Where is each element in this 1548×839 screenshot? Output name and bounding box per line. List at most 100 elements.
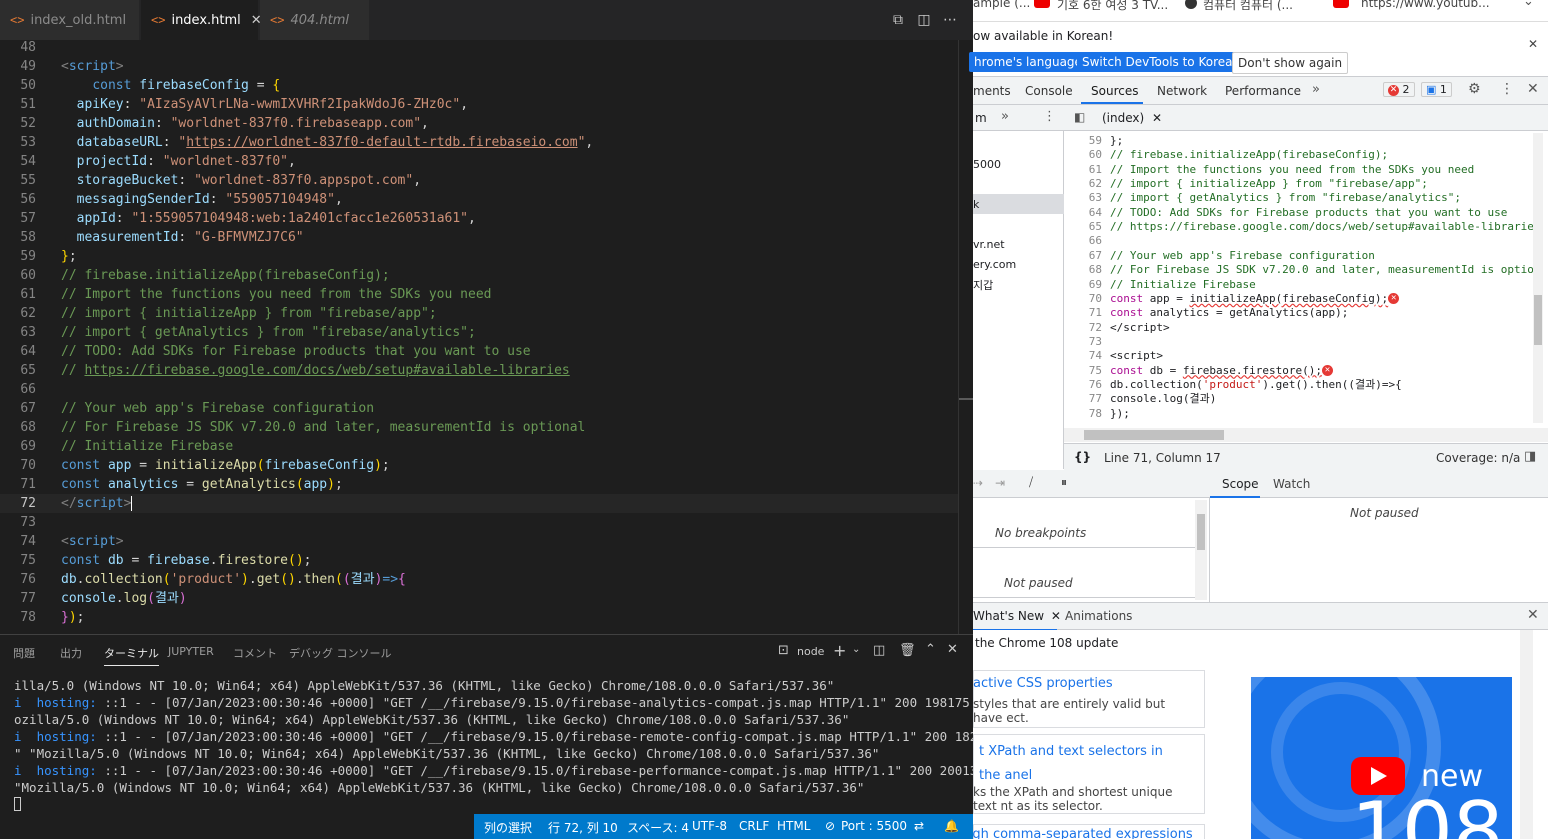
line-number[interactable]: 66 xyxy=(1064,234,1102,248)
source-line[interactable]: 63 // import { getAnalytics } from "fireb… xyxy=(1064,191,1461,205)
tab-comments[interactable]: コメント xyxy=(233,645,277,661)
chevron-down-icon[interactable]: ⌄ xyxy=(1523,0,1534,9)
status-port[interactable]: Port : 5500 xyxy=(841,819,907,833)
file-tab-index[interactable]: (index) ✕ xyxy=(1102,111,1162,125)
code-line[interactable]: 57 appId: "1:559057104948:web:1a2401cfac… xyxy=(0,209,960,228)
line-number[interactable]: 69 xyxy=(1064,278,1102,292)
source-line[interactable]: 72 </script> xyxy=(1064,321,1170,335)
shell-name[interactable]: node xyxy=(797,645,824,658)
status-encoding[interactable]: UTF-8 xyxy=(692,819,727,833)
dont-show-again-button[interactable]: Don't show again xyxy=(1232,52,1349,74)
line-number[interactable]: 65 xyxy=(1064,220,1102,234)
deactivate-breakpoints-icon[interactable]: ⧸ xyxy=(1029,475,1033,490)
code-line[interactable]: 54 projectId: "worldnet-837f0", xyxy=(0,152,960,171)
code-line[interactable]: 74 <script> xyxy=(0,532,960,551)
tab-animations[interactable]: Animations xyxy=(1065,609,1132,623)
line-number[interactable]: 78 xyxy=(1064,407,1102,421)
code-line[interactable]: 61 // Import the functions you need from … xyxy=(0,285,960,304)
line-number[interactable]: 75 xyxy=(1064,364,1102,378)
bookmark-item[interactable]: 컴퓨터 컴퓨터 (... xyxy=(1203,0,1293,13)
code-line[interactable]: 68 // For Firebase JS SDK v7.20.0 and lat… xyxy=(0,418,960,437)
code-line[interactable]: 75 const db = firebase.firestore(); xyxy=(0,551,960,570)
line-number[interactable]: 59 xyxy=(1064,134,1102,148)
line-number[interactable]: 61 xyxy=(1064,163,1102,177)
more-tabs-icon[interactable]: » xyxy=(1312,82,1320,97)
vertical-scrollbar[interactable] xyxy=(1520,630,1533,839)
source-line[interactable]: 77 console.log(결과) xyxy=(1064,392,1217,406)
notifications-bell-icon[interactable]: 🔔 xyxy=(944,819,959,833)
set-chrome-language-button[interactable]: hrome's language xyxy=(969,52,1087,72)
line-number[interactable]: 62 xyxy=(1064,177,1102,191)
source-line[interactable]: 64 // TODO: Add SDKs for Firebase product… xyxy=(1064,206,1508,220)
tab-problems[interactable]: 問題 xyxy=(13,645,35,661)
tab-output[interactable]: 出力 xyxy=(60,645,82,661)
line-number[interactable]: 60 xyxy=(1064,148,1102,162)
code-line[interactable]: 59}; xyxy=(0,247,960,266)
kebab-menu-icon[interactable]: ⋮ xyxy=(1500,81,1514,97)
kebab-menu-icon[interactable]: ⋮ xyxy=(1043,109,1056,124)
toggle-debugger-icon[interactable]: ◨ xyxy=(1524,449,1536,464)
code-line[interactable]: 52 authDomain: "worldnet-837f0.firebasea… xyxy=(0,114,960,133)
source-line[interactable]: 66 xyxy=(1064,234,1110,248)
navigator-item[interactable]: 5000 xyxy=(973,158,1001,171)
code-line[interactable]: 64 // TODO: Add SDKs for Firebase product… xyxy=(0,342,960,361)
messages-counter[interactable]: ▣ 1 xyxy=(1421,82,1452,97)
close-panel-icon[interactable]: ✕ xyxy=(947,642,958,657)
open-preview-icon[interactable]: ⧉ xyxy=(890,12,906,28)
split-editor-icon[interactable]: ◫ xyxy=(916,12,932,28)
source-line[interactable]: 60 // firebase.initializeApp(firebaseConf… xyxy=(1064,148,1388,162)
tab-index-old[interactable]: <> index_old.html xyxy=(0,0,140,40)
source-line[interactable]: 74 <script> xyxy=(1064,349,1163,363)
bookmark-item[interactable]: 기호 6한 여성 3 TV... xyxy=(1057,0,1168,13)
source-line[interactable]: 73 xyxy=(1064,335,1110,349)
source-line[interactable]: 71 const analytics = getAnalytics(app); xyxy=(1064,306,1349,320)
errors-counter[interactable]: ✕ 2 xyxy=(1383,82,1415,97)
source-line[interactable]: 75 const db = firebase.firestore(); ✕ xyxy=(1064,364,1333,378)
source-line[interactable]: 69 // Initialize Firebase xyxy=(1064,278,1256,292)
navigator-item[interactable]: ery.com xyxy=(973,258,1016,271)
code-line[interactable]: 51 apiKey: "AIzaSyAVlrLNa-wwmIXVHRf2Ipak… xyxy=(0,95,960,114)
navigator-tab-label[interactable]: m xyxy=(975,111,987,125)
close-devtools-icon[interactable]: ✕ xyxy=(1527,81,1539,97)
source-line[interactable]: 68 // For Firebase JS SDK v7.20.0 and lat… xyxy=(1064,263,1534,277)
code-line[interactable]: 60 // firebase.initializeApp(firebaseConf… xyxy=(0,266,960,285)
close-drawer-icon[interactable]: ✕ xyxy=(1527,607,1539,623)
code-line[interactable]: 58 measurementId: "G-BFMVMZJ7C6" xyxy=(0,228,960,247)
whats-new-card[interactable]: active CSS properties styles that are en… xyxy=(973,670,1205,728)
source-line[interactable]: 67 // Your web app's Firebase configurati… xyxy=(1064,249,1375,263)
tab-terminal[interactable]: ターミナル xyxy=(104,645,159,666)
tab-debug-console[interactable]: デバッグ コンソール xyxy=(289,645,392,661)
line-number[interactable]: 73 xyxy=(1064,335,1102,349)
close-banner-icon[interactable]: ✕ xyxy=(1528,37,1538,51)
more-tabs-icon[interactable]: » xyxy=(1001,109,1009,124)
trash-icon[interactable]: 🗑 xyxy=(899,643,916,658)
code-line[interactable]: 72 </script> xyxy=(0,494,960,513)
whats-new-card[interactable]: Step through comma-separated expressions xyxy=(973,824,1205,839)
scrollbar-thumb[interactable] xyxy=(1084,430,1224,440)
source-line[interactable]: 76 db.collection('product').get().then((결… xyxy=(1064,378,1402,392)
code-line[interactable]: 71 const analytics = getAnalytics(app); xyxy=(0,475,960,494)
tab-elements[interactable]: ments xyxy=(973,84,1011,98)
bookmark-item[interactable]: ample (... xyxy=(973,0,1030,10)
code-line[interactable]: 63 // import { getAnalytics } from "fireb… xyxy=(0,323,960,342)
scrollbar-thumb[interactable] xyxy=(1534,295,1542,345)
maximize-panel-icon[interactable]: ⌃ xyxy=(925,642,936,657)
line-number[interactable]: 77 xyxy=(1064,392,1102,406)
chevron-down-icon[interactable]: ⌄ xyxy=(852,644,860,655)
close-tab-icon[interactable]: ✕ xyxy=(1152,111,1162,125)
code-line[interactable]: 77 console.log(결과) xyxy=(0,589,960,608)
vertical-scrollbar[interactable] xyxy=(1533,133,1543,423)
code-line[interactable]: 66 xyxy=(0,380,960,399)
tab-scope[interactable]: Scope xyxy=(1222,477,1259,491)
bookmark-item[interactable]: https://www.youtub... xyxy=(1361,0,1490,10)
navigator-item[interactable]: vr.net xyxy=(973,238,1005,251)
chrome-108-promo-image[interactable]: new 108 xyxy=(1251,677,1512,839)
line-number[interactable]: 67 xyxy=(1064,249,1102,263)
card-title[interactable]: Step through comma-separated expressions xyxy=(973,827,1193,839)
more-actions-icon[interactable]: ⋯ xyxy=(942,12,958,28)
scrollbar-thumb[interactable] xyxy=(959,398,973,400)
source-line[interactable]: 65 // https://firebase.google.com/docs/we… xyxy=(1064,220,1534,234)
line-number[interactable]: 71 xyxy=(1064,306,1102,320)
line-number[interactable]: 68 xyxy=(1064,263,1102,277)
card-title[interactable]: t XPath and text selectors in the anel xyxy=(979,740,1179,788)
